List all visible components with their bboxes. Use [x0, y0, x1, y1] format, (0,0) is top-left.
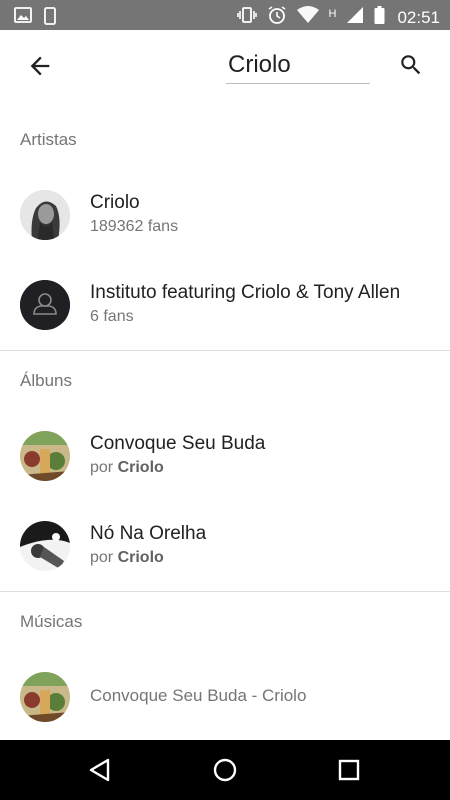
- artist-row-instituto[interactable]: Instituto featuring Criolo & Tony Allen …: [0, 262, 450, 348]
- artist-fans: 6 fans: [90, 308, 134, 325]
- back-triangle-icon: [84, 758, 116, 790]
- search-icon: [398, 55, 424, 82]
- status-bar: H 02:51: [0, 0, 450, 30]
- system-nav-bar: [0, 740, 450, 800]
- album-artist-prefix: por: [90, 549, 114, 566]
- vibrate-icon: [236, 6, 257, 29]
- album-artist: por Criolo: [90, 459, 164, 477]
- arrow-back-icon: [26, 56, 54, 84]
- artist-row-criolo[interactable]: Criolo 189362 fans: [0, 172, 450, 258]
- album-artist-name: Criolo: [117, 549, 164, 566]
- wifi-icon: [296, 6, 319, 29]
- alarm-icon: [267, 5, 287, 30]
- recents-square-icon: [333, 759, 365, 790]
- album-artist-prefix: por: [90, 459, 114, 476]
- artist-avatar: [20, 190, 70, 240]
- artist-name: Instituto featuring Criolo & Tony Allen: [90, 282, 401, 303]
- search-app-bar: [0, 30, 450, 102]
- back-button[interactable]: [26, 52, 54, 80]
- song-cover: [20, 672, 70, 722]
- album-artist-name: Criolo: [117, 459, 164, 476]
- nav-back-button[interactable]: [84, 754, 116, 786]
- nav-home-button[interactable]: [209, 754, 241, 786]
- phone-icon: [44, 7, 56, 30]
- image-icon: [14, 7, 32, 30]
- section-divider: [0, 591, 450, 592]
- nav-recents-button[interactable]: [333, 754, 365, 786]
- song-row-convoque-seu-buda[interactable]: Convoque Seu Buda - Criolo: [0, 654, 450, 740]
- artist-name: Criolo: [90, 192, 140, 213]
- section-header-albums: Álbuns: [20, 371, 72, 390]
- section-divider: [0, 350, 450, 351]
- section-header-songs: Músicas: [20, 612, 83, 631]
- artist-fans: 189362 fans: [90, 218, 179, 235]
- search-field[interactable]: [226, 46, 370, 84]
- search-input[interactable]: [226, 50, 370, 79]
- album-artist: por Criolo: [90, 549, 164, 567]
- album-row-convoque-seu-buda[interactable]: Convoque Seu Buda por Criolo: [0, 413, 450, 499]
- album-title: Convoque Seu Buda: [90, 433, 266, 454]
- search-button[interactable]: [398, 52, 424, 78]
- clock: 02:51: [397, 7, 440, 27]
- album-row-no-na-orelha[interactable]: Nó Na Orelha por Criolo: [0, 503, 450, 589]
- battery-icon: [374, 6, 385, 29]
- song-title: Convoque Seu Buda - Criolo: [90, 686, 307, 705]
- network-type-label: H: [328, 7, 337, 20]
- album-cover: [20, 521, 70, 571]
- signal-icon: [346, 6, 364, 29]
- album-title: Nó Na Orelha: [90, 523, 207, 544]
- person-icon: [20, 280, 70, 330]
- artist-avatar-placeholder: [20, 280, 70, 330]
- home-circle-icon: [209, 758, 241, 790]
- section-header-artists: Artistas: [20, 130, 77, 149]
- album-cover: [20, 431, 70, 481]
